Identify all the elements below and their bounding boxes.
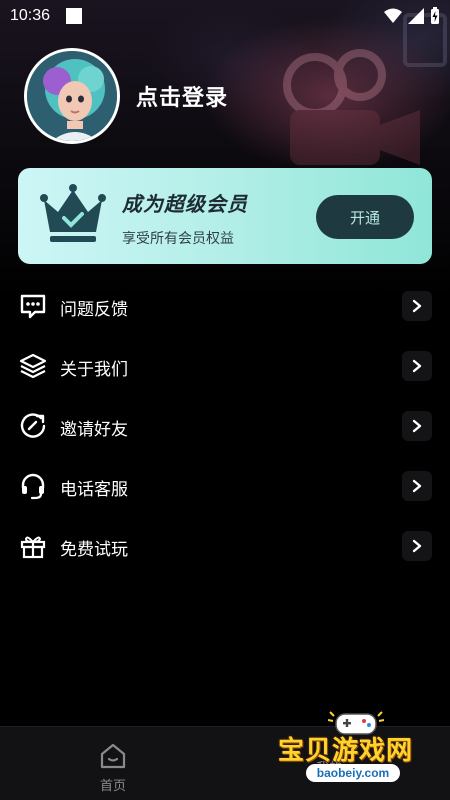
feedback-icon bbox=[20, 294, 46, 319]
menu-item-label: 电话客服 bbox=[60, 480, 128, 500]
home-icon bbox=[100, 743, 126, 769]
menu-item-label: 问题反馈 bbox=[60, 300, 128, 320]
nav-tab-home[interactable]: 首页 bbox=[82, 735, 144, 795]
layers-icon bbox=[19, 353, 47, 379]
menu-item-label: 免费试玩 bbox=[60, 540, 128, 560]
status-time: 10:36 bbox=[10, 7, 51, 24]
menu-item-phone-support[interactable]: 电话客服 bbox=[0, 456, 450, 516]
chevron-right-icon bbox=[402, 471, 432, 501]
wifi-icon bbox=[384, 8, 402, 23]
battery-charging-icon bbox=[431, 7, 439, 24]
chevron-right-icon bbox=[402, 411, 432, 441]
invite-icon bbox=[20, 413, 46, 438]
menu-item-label: 关于我们 bbox=[60, 360, 128, 380]
login-prompt[interactable]: 点击登录 bbox=[136, 80, 228, 112]
chevron-right-icon bbox=[402, 291, 432, 321]
crown-icon bbox=[40, 184, 106, 242]
vip-subtitle: 享受所有会员权益 bbox=[122, 231, 234, 247]
site-watermark: 宝贝游戏网 baobeiy.com bbox=[272, 708, 442, 800]
notification-square-icon bbox=[66, 8, 83, 24]
chevron-right-icon bbox=[402, 531, 432, 561]
menu-item-label: 邀请好友 bbox=[60, 420, 128, 440]
settings-menu: 问题反馈 关于我们 邀请好友 电话客服 免费试玩 bbox=[0, 276, 450, 576]
vip-membership-card[interactable]: 成为超级会员 享受所有会员权益 开通 bbox=[18, 168, 432, 264]
status-bar: 10:36 bbox=[0, 0, 450, 32]
nav-home-label: 首页 bbox=[99, 779, 126, 794]
avatar[interactable] bbox=[24, 48, 120, 144]
watermark-url: baobeiy.com bbox=[306, 764, 400, 782]
gift-icon bbox=[20, 536, 46, 559]
headset-icon bbox=[21, 473, 45, 500]
signal-icon bbox=[408, 8, 424, 24]
menu-item-invite[interactable]: 邀请好友 bbox=[0, 396, 450, 456]
status-icons bbox=[384, 7, 440, 25]
watermark-title: 宝贝游戏网 bbox=[278, 736, 414, 766]
menu-item-about[interactable]: 关于我们 bbox=[0, 336, 450, 396]
chevron-right-icon bbox=[402, 351, 432, 381]
activate-vip-button[interactable]: 开通 bbox=[316, 195, 414, 239]
menu-item-free-trial[interactable]: 免费试玩 bbox=[0, 516, 450, 576]
vip-title: 成为超级会员 bbox=[122, 192, 248, 216]
menu-item-feedback[interactable]: 问题反馈 bbox=[0, 276, 450, 336]
